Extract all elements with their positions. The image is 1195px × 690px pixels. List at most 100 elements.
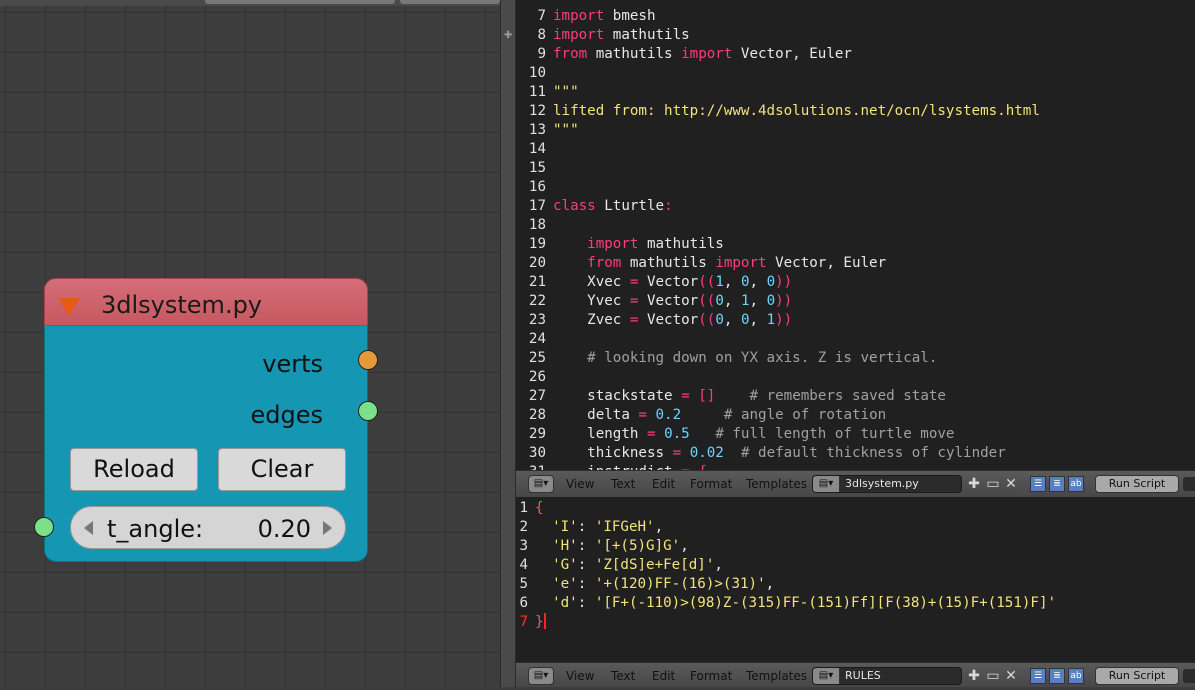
code-line[interactable]: 5 'e': '+(120)FF-(16)>(31)', [516, 575, 1195, 594]
code-line[interactable]: 1{ [516, 499, 1195, 518]
code-line[interactable]: 23 Zvec = Vector((0, 0, 1)) [516, 311, 1195, 330]
socket-verts-output[interactable] [358, 350, 378, 370]
code-line[interactable]: 4 'G': 'Z[dS]e+Fe[d]', [516, 556, 1195, 575]
code-line[interactable]: 25 # looking down on YX axis. Z is verti… [516, 349, 1195, 368]
menu-edit[interactable]: Edit [652, 471, 675, 496]
code-line[interactable]: 24 [516, 330, 1195, 349]
code-line[interactable]: 28 delta = 0.2 # angle of rotation [516, 406, 1195, 425]
code-token: : [577, 557, 595, 573]
code-token: """ [553, 84, 579, 100]
code-line[interactable]: 2 'I': 'IFGeH', [516, 518, 1195, 537]
new-text-icon[interactable]: ✚ [966, 476, 982, 492]
menu-edit[interactable]: Edit [652, 663, 675, 688]
code-line[interactable]: 6 'd': '[F+(-110)>(98)Z-(315)FF-(151)Ff]… [516, 594, 1195, 613]
code-line[interactable]: 21 Xvec = Vector((1, 0, 0)) [516, 273, 1195, 292]
text-editor-script[interactable]: 7 import bmesh 8 import mathutils 9 from math… [516, 0, 1195, 470]
code-line[interactable]: 7} [516, 613, 1195, 632]
text-datablock-name[interactable]: RULES [845, 668, 881, 684]
open-folder-icon[interactable]: ▭ [985, 476, 1001, 492]
code-line[interactable]: 31 instrudict = { [516, 463, 1195, 470]
run-script-button[interactable]: Run Script [1095, 667, 1179, 685]
header-overflow-widget[interactable] [1183, 477, 1195, 491]
header-widget[interactable] [400, 0, 500, 4]
code-line[interactable]: 20 from mathutils import Vector, Euler [516, 254, 1195, 273]
code-line[interactable]: 3 'H': '[+(5)G]G', [516, 537, 1195, 556]
syntax-highlight-toggle-icon[interactable]: ab [1068, 476, 1084, 492]
code-line[interactable]: 11 """ [516, 83, 1195, 102]
text-datablock-name[interactable]: 3dlsystem.py [845, 476, 919, 492]
header-widget[interactable] [205, 0, 395, 4]
code-text: 'H': '[+(5)G]G', [535, 537, 689, 556]
text-browse-icon[interactable]: ▤▾ [813, 668, 840, 684]
code-line[interactable]: 13 """ [516, 121, 1195, 140]
menu-text[interactable]: Text [611, 471, 635, 496]
code-line[interactable]: 18 [516, 216, 1195, 235]
reload-button[interactable]: Reload [70, 448, 198, 491]
code-line[interactable]: 19 import mathutils [516, 235, 1195, 254]
text-editor-rules[interactable]: 1{2 'I': 'IFGeH', 3 'H': '[+(5)G]G', 4 'G'… [516, 497, 1195, 662]
line-number: 1 [519, 500, 528, 516]
menu-templates[interactable]: Templates [746, 471, 807, 496]
menu-format[interactable]: Format [690, 663, 732, 688]
t-angle-slider[interactable]: t_angle: 0.20 [70, 506, 346, 549]
collapse-triangle-icon[interactable] [58, 298, 80, 316]
code-line[interactable]: 7 import bmesh [516, 7, 1195, 26]
code-text: stackstate = [] # remembers saved state [553, 387, 946, 406]
menu-view[interactable]: View [566, 471, 594, 496]
menu-templates[interactable]: Templates [746, 663, 807, 688]
code-line[interactable]: 10 [516, 64, 1195, 83]
code-line[interactable]: 17 class Lturtle: [516, 197, 1195, 216]
code-text: 'd': '[F+(-110)>(98)Z-(315)FF-(151)Ff][F… [535, 594, 1056, 613]
code-token: import [553, 27, 605, 43]
code-text: class Lturtle: [553, 197, 673, 216]
editor-type-icon[interactable]: ▤▾ [528, 667, 554, 685]
code-line[interactable]: 22 Yvec = Vector((0, 1, 0)) [516, 292, 1195, 311]
code-line[interactable]: 15 [516, 159, 1195, 178]
line-number: 8 [537, 27, 546, 43]
code-text: from mathutils import Vector, Euler [553, 45, 852, 64]
node-editor-canvas[interactable]: 3dlsystem.py verts edges Reload Clear t_… [0, 0, 500, 687]
menu-text[interactable]: Text [611, 663, 635, 688]
code-line[interactable]: 27 stackstate = [] # remembers saved sta… [516, 387, 1195, 406]
code-token: Vector [638, 312, 699, 328]
menu-view[interactable]: View [566, 663, 594, 688]
new-text-icon[interactable]: ✚ [966, 668, 982, 684]
socket-t-angle-input[interactable] [34, 517, 54, 537]
text-datablock-selector[interactable]: ▤▾ 3dlsystem.py [812, 475, 962, 493]
code-line[interactable]: 14 [516, 140, 1195, 159]
increment-arrow-icon[interactable] [323, 521, 332, 535]
editor-type-icon[interactable]: ▤▾ [528, 475, 554, 493]
decrement-arrow-icon[interactable] [84, 521, 93, 535]
code-line[interactable]: 9 from mathutils import Vector, Euler [516, 45, 1195, 64]
code-line[interactable]: 8 import mathutils [516, 26, 1195, 45]
socket-edges-output[interactable] [358, 401, 378, 421]
script-node[interactable]: 3dlsystem.py verts edges Reload Clear t_… [34, 278, 378, 562]
node-header[interactable]: 3dlsystem.py [44, 278, 368, 326]
menu-format[interactable]: Format [690, 471, 732, 496]
open-folder-icon[interactable]: ▭ [985, 668, 1001, 684]
line-number: 9 [537, 46, 546, 62]
unlink-x-icon[interactable]: ✕ [1003, 476, 1019, 492]
line-numbers-toggle-icon[interactable]: ☰ [1030, 668, 1046, 684]
code-token: Xvec [553, 274, 630, 290]
run-script-button[interactable]: Run Script [1095, 475, 1179, 493]
text-datablock-selector[interactable]: ▤▾ RULES [812, 667, 962, 685]
syntax-highlight-toggle-icon[interactable]: ab [1068, 668, 1084, 684]
unlink-x-icon[interactable]: ✕ [1003, 668, 1019, 684]
word-wrap-toggle-icon[interactable]: ≣ [1049, 668, 1065, 684]
code-line[interactable]: 29 length = 0.5 # full length of turtle … [516, 425, 1195, 444]
text-browse-icon[interactable]: ▤▾ [813, 476, 840, 492]
clear-button[interactable]: Clear [218, 448, 346, 491]
code-line[interactable]: 26 [516, 368, 1195, 387]
code-token: , [749, 274, 767, 290]
area-divider[interactable]: ✚ [500, 0, 516, 687]
code-line[interactable]: 30 thickness = 0.02 # default thickness … [516, 444, 1195, 463]
code-line[interactable]: 16 [516, 178, 1195, 197]
code-line[interactable]: 12 lifted from: http://www.4dsolutions.ne… [516, 102, 1195, 121]
line-number: 18 [528, 217, 546, 233]
area-join-icon[interactable]: ✚ [504, 30, 512, 42]
code-token: Vector [638, 274, 699, 290]
header-overflow-widget[interactable] [1183, 669, 1195, 683]
word-wrap-toggle-icon[interactable]: ≣ [1049, 476, 1065, 492]
line-numbers-toggle-icon[interactable]: ☰ [1030, 476, 1046, 492]
